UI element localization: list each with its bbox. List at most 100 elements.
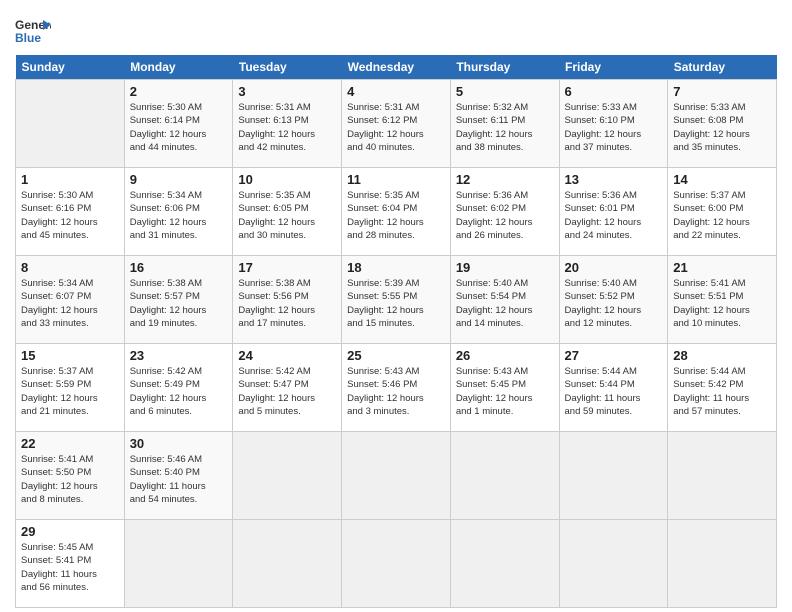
day-number: 20 — [565, 260, 663, 275]
day-info: Sunrise: 5:41 AMSunset: 5:50 PMDaylight:… — [21, 453, 119, 506]
calendar-cell: 26Sunrise: 5:43 AMSunset: 5:45 PMDayligh… — [450, 344, 559, 432]
calendar-cell: 11Sunrise: 5:35 AMSunset: 6:04 PMDayligh… — [342, 168, 451, 256]
day-info: Sunrise: 5:36 AMSunset: 6:02 PMDaylight:… — [456, 189, 554, 242]
weekday-header-tuesday: Tuesday — [233, 55, 342, 80]
day-number: 1 — [21, 172, 119, 187]
calendar-cell — [668, 432, 777, 520]
weekday-header-friday: Friday — [559, 55, 668, 80]
calendar-cell: 23Sunrise: 5:42 AMSunset: 5:49 PMDayligh… — [124, 344, 233, 432]
calendar-week-row: 8Sunrise: 5:34 AMSunset: 6:07 PMDaylight… — [16, 256, 777, 344]
day-number: 7 — [673, 84, 771, 99]
calendar-cell: 2 Sunrise: 5:30 AMSunset: 6:14 PMDaylight… — [124, 80, 233, 168]
day-info: Sunrise: 5:42 AMSunset: 5:47 PMDaylight:… — [238, 365, 336, 418]
day-number: 9 — [130, 172, 228, 187]
day-info: Sunrise: 5:38 AMSunset: 5:57 PMDaylight:… — [130, 277, 228, 330]
day-info: Sunrise: 5:40 AMSunset: 5:54 PMDaylight:… — [456, 277, 554, 330]
day-info: Sunrise: 5:44 AMSunset: 5:44 PMDaylight:… — [565, 365, 663, 418]
day-number: 21 — [673, 260, 771, 275]
day-info: Sunrise: 5:37 AMSunset: 6:00 PMDaylight:… — [673, 189, 771, 242]
calendar-cell: 25 Sunrise: 5:43 AMSunset: 5:46 PMDayligh… — [342, 344, 451, 432]
day-info: Sunrise: 5:31 AMSunset: 6:13 PMDaylight:… — [238, 101, 336, 154]
day-number: 29 — [21, 524, 119, 539]
calendar-body: 2 Sunrise: 5:30 AMSunset: 6:14 PMDaylight… — [16, 80, 777, 608]
calendar-cell: 10Sunrise: 5:35 AMSunset: 6:05 PMDayligh… — [233, 168, 342, 256]
calendar-cell: 6 Sunrise: 5:33 AMSunset: 6:10 PMDaylight… — [559, 80, 668, 168]
day-info: Sunrise: 5:35 AMSunset: 6:05 PMDaylight:… — [238, 189, 336, 242]
day-number: 17 — [238, 260, 336, 275]
calendar-week-row: 15Sunrise: 5:37 AMSunset: 5:59 PMDayligh… — [16, 344, 777, 432]
calendar-cell: 17 Sunrise: 5:38 AMSunset: 5:56 PMDayligh… — [233, 256, 342, 344]
day-number: 30 — [130, 436, 228, 451]
calendar-cell: 16 Sunrise: 5:38 AMSunset: 5:57 PMDayligh… — [124, 256, 233, 344]
weekday-header-monday: Monday — [124, 55, 233, 80]
day-number: 23 — [130, 348, 228, 363]
day-number: 4 — [347, 84, 445, 99]
calendar-cell — [342, 432, 451, 520]
calendar-cell — [16, 80, 125, 168]
calendar-table: SundayMondayTuesdayWednesdayThursdayFrid… — [15, 55, 777, 608]
calendar-cell: 4 Sunrise: 5:31 AMSunset: 6:12 PMDaylight… — [342, 80, 451, 168]
calendar-cell: 28 Sunrise: 5:44 AMSunset: 5:42 PMDayligh… — [668, 344, 777, 432]
calendar-cell: 12Sunrise: 5:36 AMSunset: 6:02 PMDayligh… — [450, 168, 559, 256]
logo-icon: General Blue — [15, 15, 51, 45]
calendar-cell: 29Sunrise: 5:45 AMSunset: 5:41 PMDayligh… — [16, 520, 125, 608]
calendar-cell: 20 Sunrise: 5:40 AMSunset: 5:52 PMDayligh… — [559, 256, 668, 344]
calendar-cell: 15Sunrise: 5:37 AMSunset: 5:59 PMDayligh… — [16, 344, 125, 432]
calendar-cell: 19 Sunrise: 5:40 AMSunset: 5:54 PMDayligh… — [450, 256, 559, 344]
day-number: 8 — [21, 260, 119, 275]
day-number: 6 — [565, 84, 663, 99]
day-info: Sunrise: 5:38 AMSunset: 5:56 PMDaylight:… — [238, 277, 336, 330]
day-number: 18 — [347, 260, 445, 275]
day-number: 14 — [673, 172, 771, 187]
day-number: 16 — [130, 260, 228, 275]
calendar-cell: 5Sunrise: 5:32 AMSunset: 6:11 PMDaylight… — [450, 80, 559, 168]
calendar-cell — [233, 520, 342, 608]
calendar-cell: 18 Sunrise: 5:39 AMSunset: 5:55 PMDayligh… — [342, 256, 451, 344]
calendar-cell: 8Sunrise: 5:34 AMSunset: 6:07 PMDaylight… — [16, 256, 125, 344]
calendar-cell: 27 Sunrise: 5:44 AMSunset: 5:44 PMDayligh… — [559, 344, 668, 432]
day-info: Sunrise: 5:31 AMSunset: 6:12 PMDaylight:… — [347, 101, 445, 154]
weekday-header-thursday: Thursday — [450, 55, 559, 80]
day-number: 27 — [565, 348, 663, 363]
calendar-cell — [124, 520, 233, 608]
calendar-cell — [450, 432, 559, 520]
day-number: 25 — [347, 348, 445, 363]
day-info: Sunrise: 5:43 AMSunset: 5:46 PMDaylight:… — [347, 365, 445, 418]
day-number: 28 — [673, 348, 771, 363]
day-info: Sunrise: 5:33 AMSunset: 6:10 PMDaylight:… — [565, 101, 663, 154]
day-number: 13 — [565, 172, 663, 187]
day-number: 19 — [456, 260, 554, 275]
day-info: Sunrise: 5:32 AMSunset: 6:11 PMDaylight:… — [456, 101, 554, 154]
calendar-cell — [233, 432, 342, 520]
day-number: 24 — [238, 348, 336, 363]
day-info: Sunrise: 5:30 AMSunset: 6:16 PMDaylight:… — [21, 189, 119, 242]
weekday-header-wednesday: Wednesday — [342, 55, 451, 80]
calendar-cell — [668, 520, 777, 608]
weekday-header-sunday: Sunday — [16, 55, 125, 80]
weekday-header-row: SundayMondayTuesdayWednesdayThursdayFrid… — [16, 55, 777, 80]
calendar-cell: 14 Sunrise: 5:37 AMSunset: 6:00 PMDayligh… — [668, 168, 777, 256]
calendar-cell: 22 Sunrise: 5:41 AMSunset: 5:50 PMDayligh… — [16, 432, 125, 520]
day-number: 22 — [21, 436, 119, 451]
calendar-cell — [559, 520, 668, 608]
day-info: Sunrise: 5:30 AMSunset: 6:14 PMDaylight:… — [130, 101, 228, 154]
day-info: Sunrise: 5:37 AMSunset: 5:59 PMDaylight:… — [21, 365, 119, 418]
day-info: Sunrise: 5:43 AMSunset: 5:45 PMDaylight:… — [456, 365, 554, 418]
calendar-cell — [559, 432, 668, 520]
day-info: Sunrise: 5:40 AMSunset: 5:52 PMDaylight:… — [565, 277, 663, 330]
day-number: 2 — [130, 84, 228, 99]
day-info: Sunrise: 5:33 AMSunset: 6:08 PMDaylight:… — [673, 101, 771, 154]
day-info: Sunrise: 5:34 AMSunset: 6:06 PMDaylight:… — [130, 189, 228, 242]
calendar-cell — [450, 520, 559, 608]
day-info: Sunrise: 5:44 AMSunset: 5:42 PMDaylight:… — [673, 365, 771, 418]
calendar-cell — [342, 520, 451, 608]
day-number: 3 — [238, 84, 336, 99]
day-info: Sunrise: 5:39 AMSunset: 5:55 PMDaylight:… — [347, 277, 445, 330]
calendar-header: SundayMondayTuesdayWednesdayThursdayFrid… — [16, 55, 777, 80]
calendar-cell: 21Sunrise: 5:41 AMSunset: 5:51 PMDayligh… — [668, 256, 777, 344]
day-info: Sunrise: 5:35 AMSunset: 6:04 PMDaylight:… — [347, 189, 445, 242]
logo: General Blue — [15, 15, 51, 45]
calendar-week-row: 2 Sunrise: 5:30 AMSunset: 6:14 PMDaylight… — [16, 80, 777, 168]
calendar-week-row: 29Sunrise: 5:45 AMSunset: 5:41 PMDayligh… — [16, 520, 777, 608]
day-info: Sunrise: 5:36 AMSunset: 6:01 PMDaylight:… — [565, 189, 663, 242]
